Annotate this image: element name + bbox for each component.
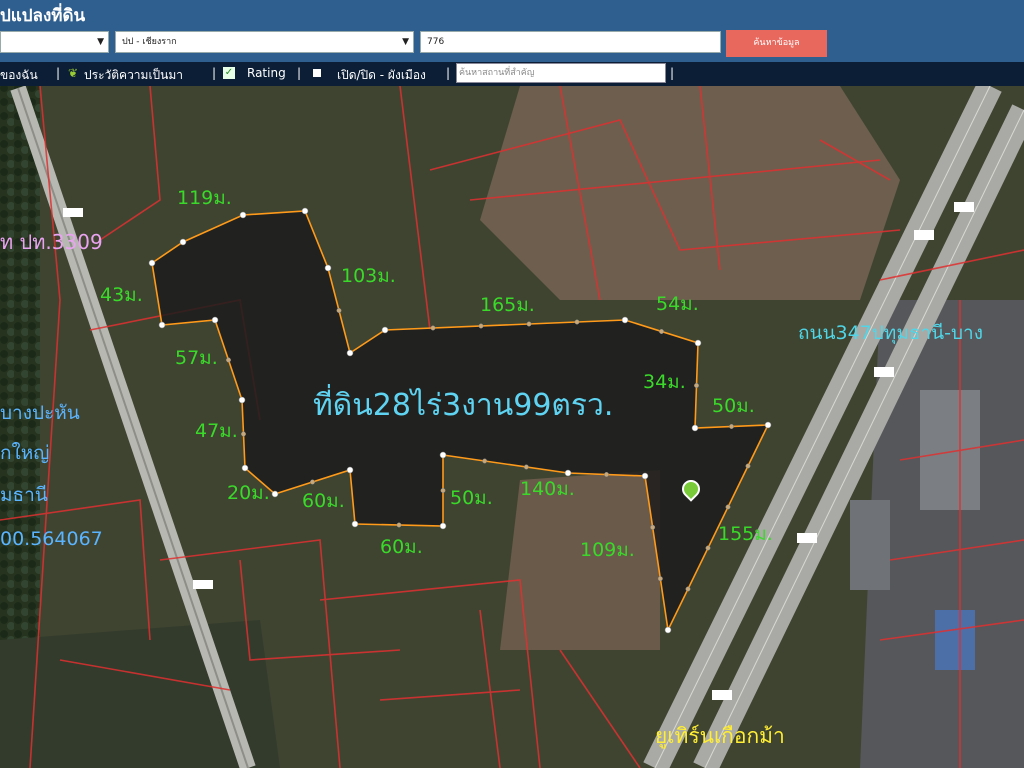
place-label-line1: บางปะหัน	[0, 402, 80, 424]
satellite-map	[0, 86, 1024, 768]
parcel-vertex	[574, 319, 580, 325]
parcel-vertex	[745, 463, 751, 469]
place-label-uturn: ยูเทิร์นเกือกม้า	[655, 724, 785, 748]
parcel-vertex	[694, 383, 699, 388]
coordinate-label: 00.564067	[0, 528, 103, 550]
parcel-vertex	[764, 421, 772, 429]
parcel-vertex	[725, 504, 731, 510]
edge-length-label: 165ม.	[480, 294, 535, 316]
parcel-vertex	[621, 316, 629, 324]
place-label-line3: มธานี	[0, 484, 48, 506]
edge-length-label: 20ม.	[227, 482, 270, 504]
parcel-vertex	[310, 479, 315, 485]
parcel-vertex	[346, 466, 354, 474]
parcel-vertex	[271, 490, 279, 498]
edge-length-label: 109ม.	[580, 539, 635, 561]
edge-length-label: 140ม.	[520, 478, 575, 500]
map-toolbar: ของฉัน | ❦ ประวัติความเป็นมา | ✓ Rating …	[0, 62, 1024, 86]
toolbar-my-items[interactable]: ของฉัน	[0, 66, 38, 85]
parcel-vertex	[301, 207, 309, 215]
toolbar-history[interactable]: ประวัติความเป็นมา	[84, 66, 183, 85]
checkbox-icon[interactable]	[313, 69, 321, 77]
parcel-vertex	[381, 326, 389, 334]
toolbar-separator: |	[446, 66, 451, 80]
district-select-value: ปป - เชียงราก	[122, 37, 177, 47]
parcel-vertex	[526, 321, 532, 327]
parcel-vertex	[226, 357, 231, 363]
parcel-vertex	[641, 472, 649, 480]
toolbar-separator: |	[212, 66, 217, 80]
parcel-vertex	[430, 325, 436, 331]
chevron-down-icon: ▼	[97, 37, 104, 47]
parcel-area-label: ที่ดิน28ไร่3งาน99ตรว.	[313, 388, 614, 423]
search-button[interactable]: ค้นหาข้อมูล	[726, 30, 827, 57]
top-bar: ปแปลงที่ดิน ▼ ปป - เชียงราก ▼ 776 ค้นหาข…	[0, 0, 1024, 62]
parcel-vertex	[238, 396, 246, 404]
toolbar-toggle-cityplan[interactable]: เปิด/ปิด - ผังเมือง	[337, 66, 426, 85]
province-select[interactable]: ▼	[0, 31, 109, 53]
parcel-vertex	[664, 626, 672, 634]
district-select[interactable]: ปป - เชียงราก ▼	[115, 31, 414, 53]
edge-length-label: 54ม.	[656, 293, 699, 315]
parcel-vertex	[211, 316, 219, 324]
parcel-vertex	[657, 576, 663, 582]
road-label-highway: ถนน347ปทุมธานี-บาง	[798, 322, 983, 344]
edge-length-label: 50ม.	[712, 395, 755, 417]
edge-length-label: 103ม.	[341, 265, 396, 287]
parcel-vertex	[241, 431, 246, 437]
edge-length-label: 119ม.	[177, 187, 232, 209]
parcel-vertex	[440, 488, 446, 493]
edge-length-label: 50ม.	[450, 487, 493, 509]
chevron-down-icon: ▼	[402, 37, 409, 47]
parcel-vertex	[729, 424, 734, 429]
parcel-vertex	[336, 308, 342, 313]
parcel-vertex	[694, 339, 702, 347]
parcel-vertex	[239, 211, 247, 219]
landmark-search-input[interactable]: ค้นหาสถานที่สำคัญ	[456, 63, 666, 83]
edge-length-label: 47ม.	[195, 420, 238, 442]
parcel-vertex	[148, 259, 156, 267]
parcel-vertex	[478, 323, 484, 329]
toolbar-rating[interactable]: Rating	[247, 66, 286, 80]
parcel-vertex	[158, 321, 166, 329]
edge-length-label: 155ม.	[718, 523, 773, 545]
edge-length-label: 43ม.	[100, 284, 143, 306]
parcel-vertex	[241, 464, 249, 472]
page-title: ปแปลงที่ดิน	[0, 6, 86, 26]
parcel-vertex	[324, 264, 332, 272]
parcel-vertex	[523, 464, 529, 470]
edge-length-label: 57ม.	[175, 347, 218, 369]
parcel-vertex	[650, 524, 656, 530]
parcel-vertex	[351, 520, 359, 528]
parcel-vertex	[705, 545, 711, 551]
parcel-number-input[interactable]: 776	[420, 31, 721, 53]
checkbox-checked-icon[interactable]: ✓	[223, 67, 235, 79]
road-label-pink: ท ปท.3309	[0, 230, 103, 254]
toolbar-separator: |	[56, 66, 61, 80]
parcel-vertex	[396, 522, 402, 528]
toolbar-separator: |	[670, 66, 675, 80]
parcel-vertex	[691, 424, 699, 432]
toolbar-separator: |	[297, 66, 302, 80]
map-view[interactable]: ที่ดิน28ไร่3งาน99ตรว. 119ม. 103ม. 43ม. 5…	[0, 86, 1024, 768]
edge-length-label: 34ม.	[643, 371, 686, 393]
sprout-icon: ❦	[68, 66, 79, 80]
parcel-number-value: 776	[427, 37, 445, 47]
edge-length-label: 60ม.	[302, 490, 345, 512]
parcel-vertex	[439, 451, 447, 459]
parcel-vertex	[439, 522, 447, 530]
place-label-line2: กใหญ่	[0, 442, 50, 464]
parcel-vertex	[482, 458, 488, 464]
parcel-vertex	[179, 238, 187, 246]
parcel-vertex	[659, 329, 664, 334]
parcel-vertex	[564, 469, 572, 477]
parcel-vertex	[604, 472, 609, 477]
parcel-vertex	[346, 349, 354, 357]
edge-length-label: 60ม.	[380, 536, 423, 558]
parcel-vertex	[685, 586, 691, 592]
